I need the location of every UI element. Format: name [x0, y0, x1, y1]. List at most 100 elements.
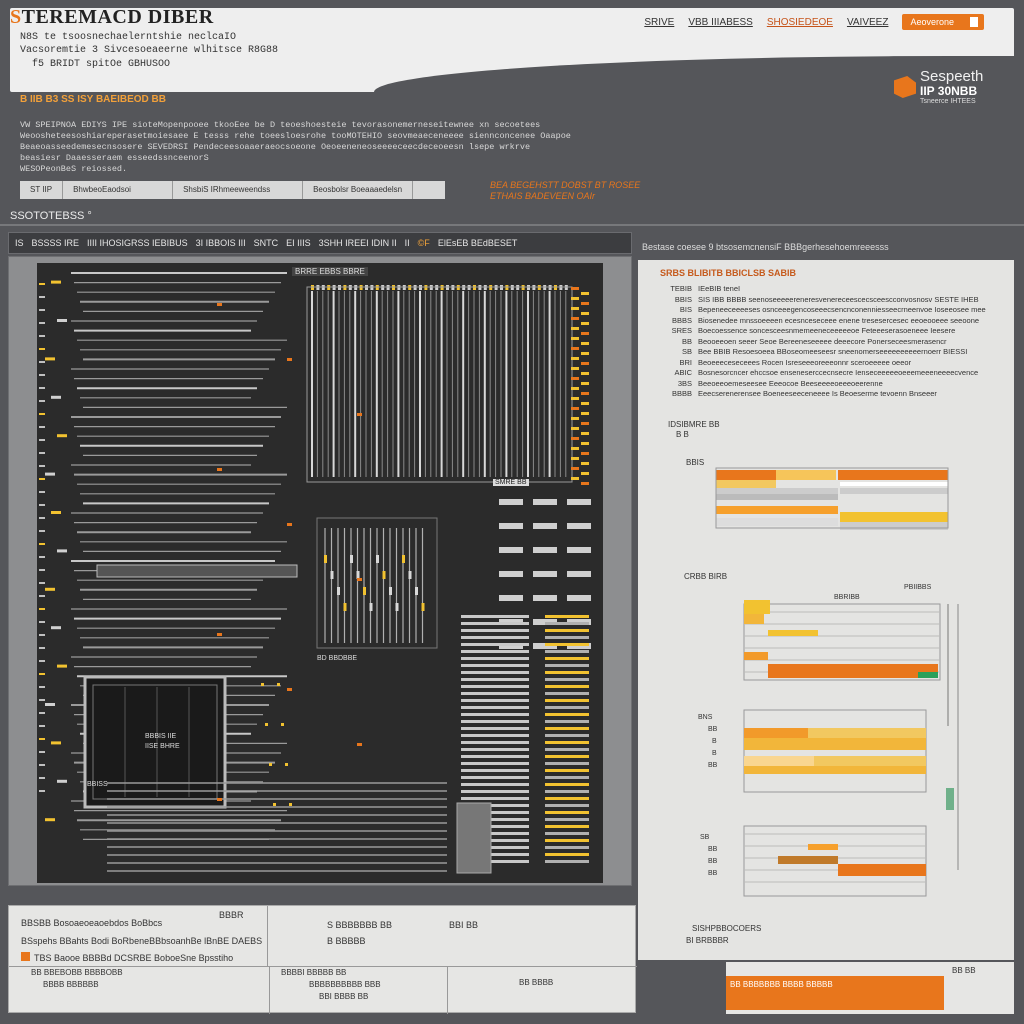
timing-segment — [840, 512, 948, 522]
cluster-pad — [421, 603, 425, 611]
text-stripe — [461, 790, 529, 793]
nav-link-1[interactable]: SRIVE — [644, 17, 674, 28]
cluster-pad — [356, 571, 360, 579]
overview-tab-3[interactable]: ShsbiS IRhmeeweendss — [173, 181, 304, 199]
toolbar-item-2[interactable]: BSSSS IRE — [32, 238, 80, 248]
yellow-pad — [571, 407, 579, 410]
yellow-pad — [581, 322, 589, 325]
toolbar-item-8[interactable]: II — [405, 238, 410, 248]
timing-segment — [716, 506, 838, 514]
orange-mark — [217, 798, 222, 801]
text-stripe — [545, 818, 589, 821]
yellow-pad — [581, 362, 589, 365]
toolbar-item-5[interactable]: SNTC — [254, 238, 279, 248]
pin-tick — [39, 283, 45, 285]
yellow-pad — [581, 382, 589, 385]
header-action-button[interactable]: Aeoverone — [902, 14, 984, 30]
nav-link-2[interactable]: VBB IIIABESS — [688, 17, 752, 28]
overview-tab-2[interactable]: BhwbeoEaodsoi — [63, 181, 174, 199]
text-stripe — [545, 762, 589, 765]
pin-tick — [39, 699, 45, 701]
text-stripe — [461, 615, 529, 618]
pin-tick — [39, 621, 45, 623]
yellow-pad — [581, 402, 589, 405]
cluster-pad — [389, 587, 392, 595]
pin-tick — [39, 725, 45, 727]
text-stripe — [461, 636, 529, 639]
pin-mark — [51, 741, 61, 745]
pin-mark — [57, 434, 67, 438]
bottom-row-3f: BB BBBB — [519, 978, 554, 987]
text-stripe — [461, 622, 529, 625]
pin-tick — [39, 634, 45, 636]
cell-block — [567, 595, 591, 601]
yellow-pad — [571, 367, 579, 370]
toolbar-item-7[interactable]: 3SHH IREEI IDIN II — [319, 238, 397, 248]
text-stripe — [461, 741, 529, 744]
text-stripe — [545, 776, 589, 779]
layout-drawing — [39, 272, 591, 874]
text-stripe — [545, 741, 589, 744]
yellow-pad — [571, 457, 579, 460]
text-stripe — [545, 706, 589, 709]
design-workspace[interactable]: BRRE EBBS BBRE BD BBDBBE BBBIS IIE IISE … — [8, 256, 632, 886]
nav-link-4[interactable]: VAIVEEZ — [847, 17, 889, 28]
pin-tick — [39, 387, 45, 389]
toolbar-item-4[interactable]: 3I IBBOIS III — [196, 238, 246, 248]
pin-tick — [39, 309, 45, 311]
text-stripe — [545, 664, 589, 667]
toolbar-item-1[interactable]: IS — [15, 238, 24, 248]
group-3-tick: BB — [708, 726, 718, 733]
text-stripe — [545, 692, 589, 695]
overview-tab-4[interactable]: Beosbolsr Boeaaaedelsn — [303, 181, 414, 199]
cluster-pad — [402, 555, 405, 563]
toolbar-item-3[interactable]: IIII IHOSIGRSS IEBIBUS — [87, 238, 188, 248]
text-stripe — [545, 846, 589, 849]
pin-tick — [39, 361, 45, 363]
yellow-pad — [581, 472, 589, 475]
pin-tick — [39, 491, 45, 493]
layout-canvas[interactable]: BRRE EBBS BBRE BD BBDBBE BBBIS IIE IISE … — [37, 263, 603, 883]
bottom-divider-v3 — [447, 966, 448, 1014]
yellow-dot — [289, 803, 292, 806]
text-stripe — [461, 671, 529, 674]
nav-link-3[interactable]: SHOSIEDEOE — [767, 17, 833, 28]
app-title: STEREMACD DIBER — [10, 6, 214, 28]
pin-mark — [51, 511, 61, 514]
toolbar-item-10[interactable]: ElEsEB BEdBESET — [438, 238, 518, 248]
orange-mark — [217, 303, 222, 306]
bottom-cell-1-line-3: TBS Baooe BBBBd DCSRBE BoboeSne Bpsstiho — [21, 952, 233, 963]
yellow-pad — [571, 447, 579, 450]
text-stripe — [545, 636, 589, 639]
toolbar-item-6[interactable]: EI IIIS — [286, 238, 311, 248]
workspace-toolbar: IS BSSSS IRE IIII IHOSIGRSS IEBIBUS 3I I… — [8, 232, 632, 254]
pin-mark — [45, 818, 55, 822]
text-stripe — [545, 643, 589, 646]
text-stripe — [545, 825, 589, 828]
bottom-right-status-bar[interactable]: BB BBBBBBB BBBB BBBBB — [726, 976, 944, 1010]
overview-line-2: Weoosheteesoshiareperasetmoiesaee E tess… — [20, 131, 571, 141]
yellow-pad — [571, 357, 579, 360]
overview-tab-1[interactable]: ST IIP — [20, 181, 64, 199]
timing-segment — [744, 614, 764, 624]
text-stripe — [461, 727, 529, 730]
orange-mark — [287, 523, 292, 526]
pin-mark — [51, 280, 61, 284]
yellow-pad — [581, 452, 589, 455]
text-stripe — [545, 622, 589, 625]
yellow-dot — [285, 763, 288, 766]
timing-segment — [808, 728, 926, 738]
bus-frame — [306, 286, 573, 483]
yellow-pad — [571, 327, 579, 330]
cell-block — [499, 595, 523, 601]
text-stripe — [461, 692, 529, 695]
orange-mark — [217, 468, 222, 471]
group-2-label: CRBB BIRB — [684, 572, 728, 581]
toolbar-item-9[interactable]: ©F — [418, 238, 430, 248]
yellow-pad — [581, 332, 589, 335]
text-stripe — [545, 685, 589, 688]
cluster-pad — [337, 587, 340, 595]
overview-title: B IIB B3 SS ISY BAEIBEOD BB — [20, 94, 166, 105]
canvas-label-box-2: IISE BHRE — [145, 743, 180, 750]
bottom-info-panel: BBSBB Bosoaeoeaoebdos BoBbcs BSspehs BBa… — [8, 905, 637, 1014]
